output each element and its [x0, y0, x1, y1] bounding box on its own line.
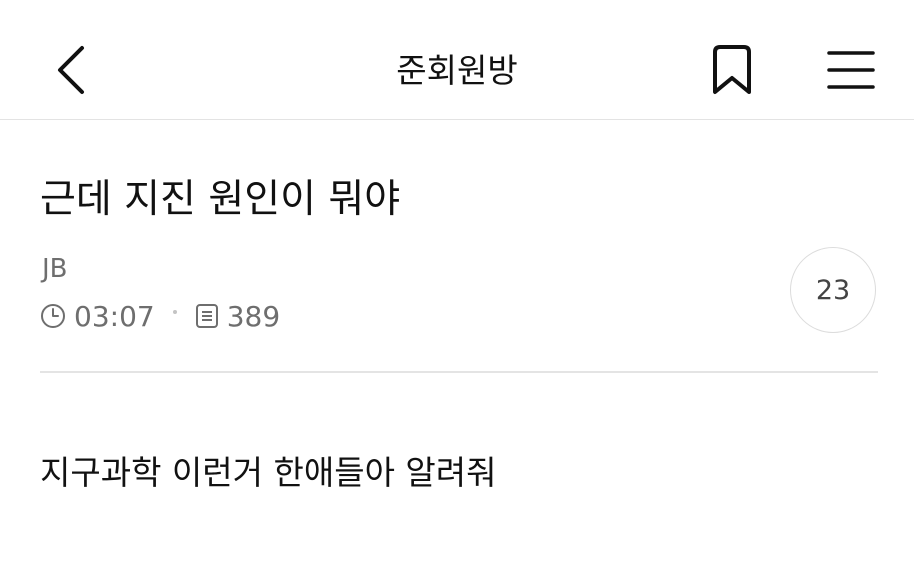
divider	[40, 371, 878, 373]
post-views: 389	[226, 299, 281, 333]
bookmark-button[interactable]	[700, 36, 764, 104]
post-body: 지구과학 이런거 한애들아 알려줘	[40, 453, 497, 492]
top-navigation-bar: 준회원방	[0, 0, 914, 120]
clock-icon	[40, 303, 66, 329]
bookmark-icon	[713, 45, 751, 94]
board-title: 준회원방	[396, 51, 518, 90]
post-title: 근데 지진 원인이 뭐야	[40, 177, 401, 222]
menu-button[interactable]	[818, 36, 884, 104]
separator-dot	[172, 310, 177, 314]
document-icon	[195, 303, 219, 329]
hamburger-menu-icon	[827, 51, 875, 89]
post-author[interactable]: JB	[42, 254, 68, 284]
post-meta: 03:07 389	[40, 296, 280, 336]
post-time: 03:07	[74, 299, 155, 333]
comment-count-button[interactable]: 23	[790, 247, 876, 333]
